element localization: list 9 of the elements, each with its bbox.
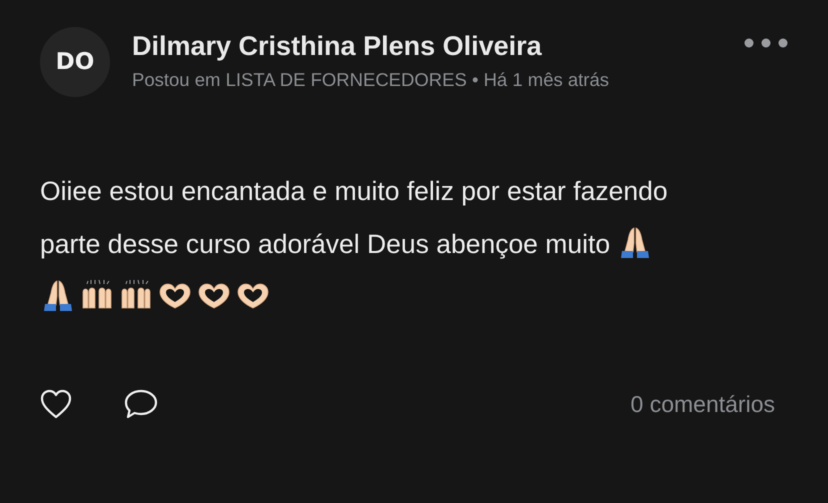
comment-count[interactable]: 0 comentários	[630, 390, 775, 418]
like-heart-icon[interactable]	[40, 389, 72, 419]
author-name[interactable]: Dilmary Cristhina Plens Oliveira	[132, 31, 744, 62]
post-meta: Postou em LISTA DE FORNECEDORES • Há 1 mês atrás	[132, 69, 610, 91]
post-text-line: Oiiee estou encantada e muito feliz por estar fazendo	[40, 176, 668, 206]
avatar[interactable]: DO	[40, 27, 110, 97]
comment-bubble-icon[interactable]	[124, 388, 158, 420]
more-options-icon[interactable]	[744, 37, 788, 49]
post-text-line: parte desse curso adorável Deus abençoe muito	[40, 229, 610, 259]
